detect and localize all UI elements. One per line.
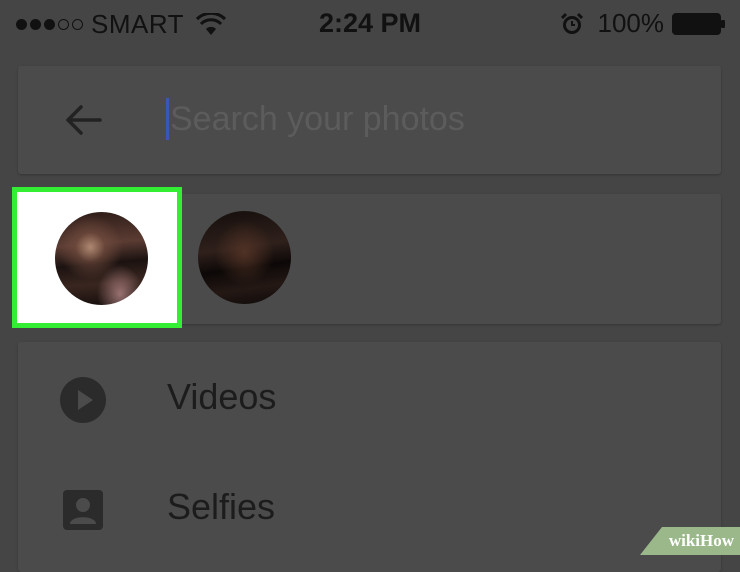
status-right: 100%: [560, 8, 727, 39]
battery-percent: 100%: [597, 8, 665, 38]
status-bar: SMART 2:24 PM 100%: [0, 0, 740, 46]
text-cursor: [166, 98, 169, 140]
battery-icon: [672, 12, 725, 35]
alarm-icon: [560, 12, 583, 34]
search-bar: [18, 66, 721, 174]
categories-list: Videos Selfies: [18, 342, 721, 572]
category-label: Videos: [167, 376, 277, 417]
arrow-back-icon[interactable]: [64, 104, 102, 136]
category-selfies[interactable]: Selfies: [18, 452, 721, 562]
category-videos[interactable]: Videos: [18, 342, 721, 452]
play-circle-icon: [60, 377, 106, 423]
category-label: Selfies: [167, 486, 276, 527]
search-input[interactable]: [168, 94, 670, 144]
face-thumbnail[interactable]: [55, 212, 148, 305]
watermark-text: wikiHow: [668, 531, 734, 550]
face-thumbnail[interactable]: [198, 211, 291, 304]
portrait-icon: [63, 490, 103, 530]
